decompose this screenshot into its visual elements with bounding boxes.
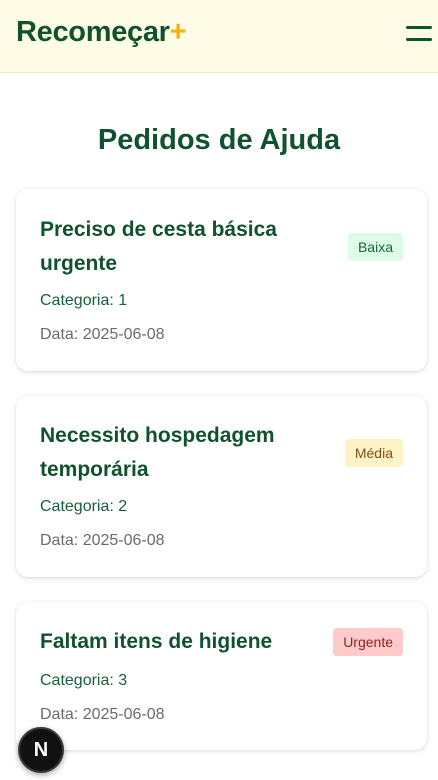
priority-badge: Média	[344, 439, 403, 467]
brand-name: Recomeçar	[16, 16, 170, 48]
help-request-card[interactable]: Preciso de cesta básica urgente Baixa Ca…	[16, 189, 427, 371]
help-request-card[interactable]: Necessito hospedagem temporária Média Ca…	[16, 396, 427, 577]
page-title: Pedidos de Ajuda	[97, 124, 341, 156]
request-date: Data: 2025-06-08	[40, 706, 165, 723]
request-date: Data: 2025-06-08	[40, 326, 165, 343]
request-category: Categoria: 3	[40, 672, 128, 689]
priority-badge: Urgente	[333, 628, 403, 656]
request-title: Necessito hospedagem temporária	[40, 424, 275, 481]
nextjs-devtools-button[interactable]: N	[18, 727, 64, 773]
brand-logo[interactable]: Recomeçar+	[16, 16, 187, 49]
top-navbar: Recomeçar+	[0, 0, 438, 73]
hamburger-menu-icon[interactable]	[406, 24, 432, 44]
nextjs-logo-icon: N	[33, 738, 49, 761]
priority-badge: Baixa	[347, 233, 403, 261]
request-title: Preciso de cesta básica urgente	[40, 218, 277, 275]
request-title: Faltam itens de higiene	[40, 630, 273, 653]
request-category: Categoria: 2	[40, 498, 128, 515]
request-date: Data: 2025-06-08	[40, 532, 165, 549]
request-category: Categoria: 1	[40, 292, 128, 309]
brand-plus: +	[169, 16, 187, 48]
help-request-card[interactable]: Faltam itens de higiene Urgente Categori…	[16, 602, 427, 750]
